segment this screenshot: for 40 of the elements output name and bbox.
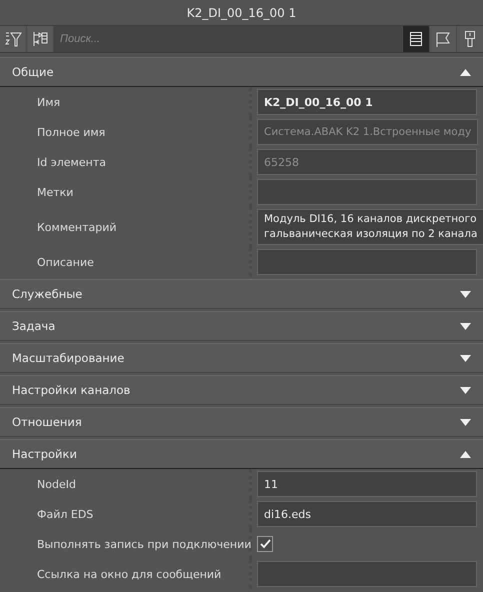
section-header[interactable]: Настройки каналов — [0, 375, 483, 405]
value-field[interactable]: 11 — [257, 471, 477, 497]
property-label: Файл EDS — [37, 508, 94, 520]
sort-filter-icon — [4, 30, 22, 48]
collapse-icon[interactable] — [460, 450, 471, 458]
value-field[interactable] — [257, 179, 477, 205]
property-label: Ссылка на окно для сообщений — [37, 568, 222, 580]
property-label: Описание — [37, 256, 94, 268]
section-header[interactable]: Общие — [0, 57, 483, 87]
expand-icon[interactable] — [460, 354, 471, 362]
search-field[interactable]: Поиск... — [54, 26, 402, 52]
property-label: NodeId — [37, 478, 76, 490]
toolbar-button[interactable] — [403, 26, 429, 52]
tree-icon — [31, 30, 49, 48]
value-field[interactable] — [257, 561, 477, 587]
property-label: Полное имя — [37, 126, 106, 138]
comment-field[interactable]: Модуль DI16, 16 каналов дискретного гальваническая изоляция по 2 канала — [257, 209, 483, 245]
property-label: Id элемента — [37, 156, 106, 168]
collapse-icon[interactable] — [460, 68, 471, 76]
property-label: Выполнять запись при подключении — [37, 538, 252, 550]
expand-icon[interactable] — [460, 418, 471, 426]
pin-icon — [464, 30, 476, 48]
section-header[interactable]: Масштабирование — [0, 343, 483, 373]
section-header[interactable]: Служебные — [0, 279, 483, 309]
value-field[interactable]: K2_DI_00_16_00 1 — [257, 89, 477, 115]
expand-icon[interactable] — [460, 290, 471, 298]
expand-icon[interactable] — [460, 386, 471, 394]
property-label: Комментарий — [37, 220, 117, 234]
property-label: Метки — [37, 186, 74, 198]
window-title: K2_DI_00_16_00 1 — [186, 6, 296, 20]
expand-icon[interactable] — [460, 322, 471, 330]
flag-icon — [435, 30, 451, 48]
value-field[interactable] — [257, 249, 477, 275]
list-icon — [409, 31, 423, 47]
property-label: Имя — [37, 96, 60, 108]
checkbox[interactable] — [257, 536, 273, 552]
section-header[interactable]: Отношения — [0, 407, 483, 437]
value-field[interactable]: di16.eds — [257, 501, 477, 527]
section-header[interactable]: Задача — [0, 311, 483, 341]
section-header[interactable]: Настройки — [0, 439, 483, 469]
